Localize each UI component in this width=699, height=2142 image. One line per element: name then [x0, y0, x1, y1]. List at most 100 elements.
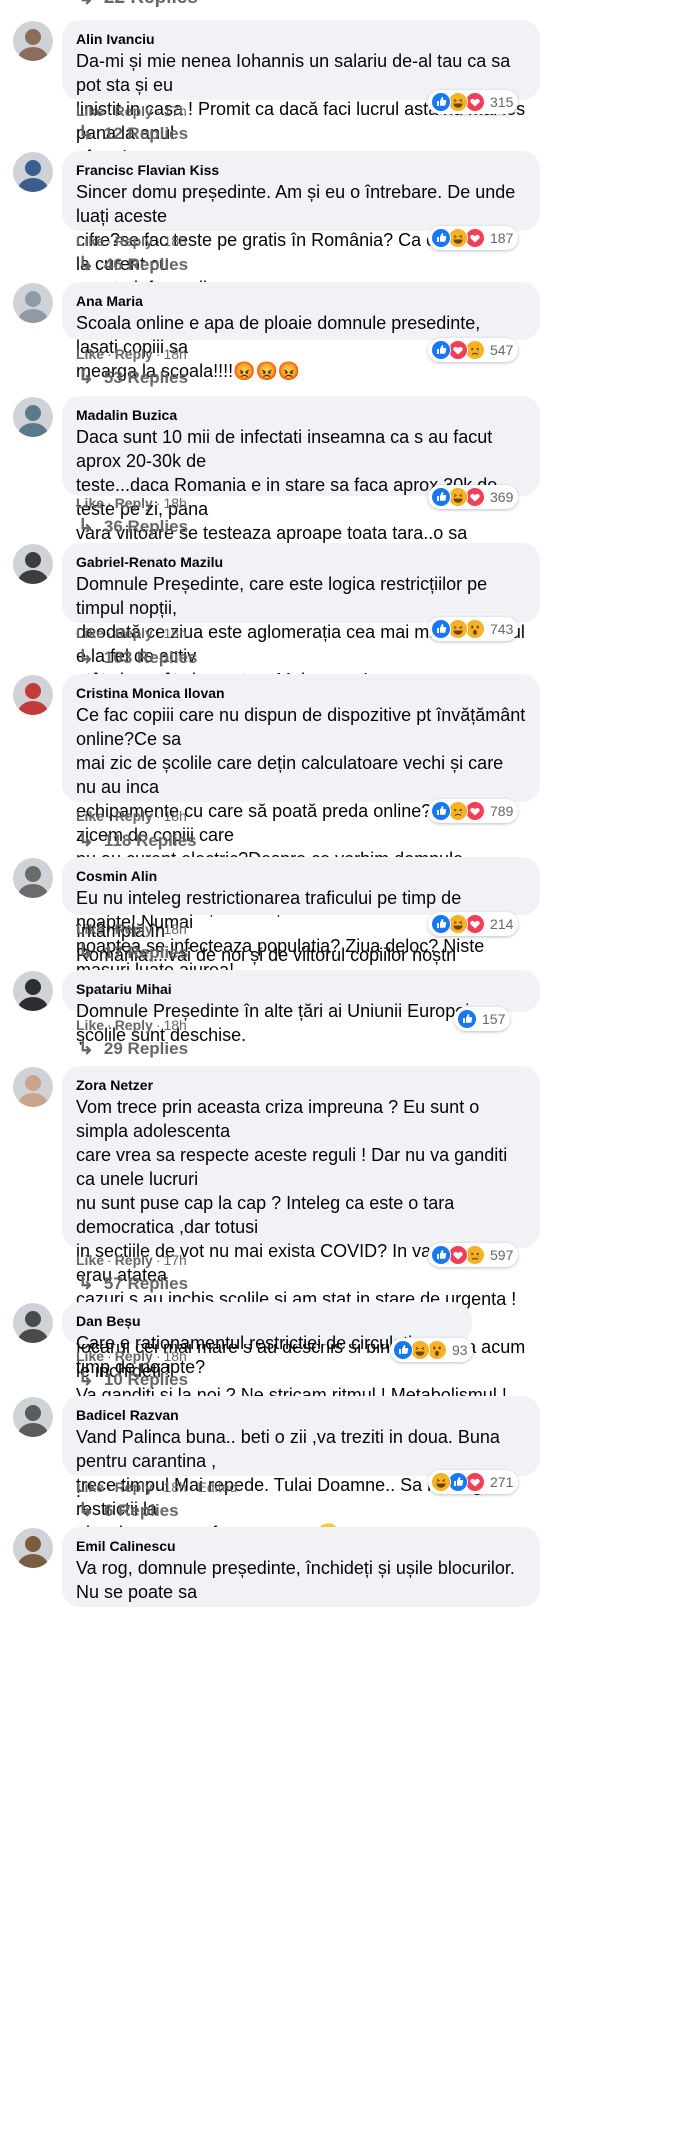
- avatar[interactable]: [13, 283, 53, 323]
- view-replies-link[interactable]: ↳ 29 Replies: [78, 1037, 188, 1061]
- reactions-summary[interactable]: 187: [428, 226, 519, 250]
- comment-author[interactable]: Madalin Buzica: [76, 406, 526, 425]
- avatar[interactable]: [13, 675, 53, 715]
- reply-link[interactable]: Reply: [115, 233, 153, 249]
- like-link[interactable]: Like: [76, 495, 104, 511]
- comment-author[interactable]: Zora Netzer: [76, 1076, 526, 1095]
- like-link[interactable]: Like: [76, 1252, 104, 1268]
- love-reaction-icon: [448, 340, 468, 360]
- like-link[interactable]: Like: [76, 233, 104, 249]
- like-link[interactable]: Like: [76, 921, 104, 937]
- reactions-summary[interactable]: 214: [428, 912, 519, 936]
- replies-link-top[interactable]: ↳ 22 Replies: [78, 0, 198, 10]
- comment-timestamp[interactable]: 18h: [163, 921, 186, 937]
- reaction-count: 547: [490, 342, 514, 358]
- comment-author[interactable]: Francisc Flavian Kiss: [76, 161, 526, 180]
- comment-timestamp[interactable]: 18h: [163, 495, 186, 511]
- avatar[interactable]: [13, 1528, 53, 1568]
- reaction-count: 789: [490, 803, 514, 819]
- reply-link[interactable]: Reply: [115, 103, 153, 119]
- comment-author[interactable]: Cristina Monica Ilovan: [76, 684, 526, 703]
- comment-actions: Like · Reply · 18h: [76, 344, 187, 364]
- reactions-summary[interactable]: 597: [428, 1243, 519, 1267]
- comment-author[interactable]: Gabriel-Renato Mazilu: [76, 553, 526, 572]
- avatar[interactable]: [13, 21, 53, 61]
- reactions-summary[interactable]: 789: [428, 799, 519, 823]
- view-replies-link[interactable]: ↳ 46 Replies: [78, 253, 188, 277]
- reactions-summary[interactable]: 157: [454, 1007, 511, 1031]
- wow-reaction-icon: [427, 1340, 447, 1360]
- like-reaction-icon: [431, 801, 451, 821]
- reply-link[interactable]: Reply: [115, 808, 153, 824]
- reactions-summary[interactable]: 315: [428, 90, 519, 114]
- like-link[interactable]: Like: [76, 808, 104, 824]
- like-link[interactable]: Like: [76, 1479, 104, 1495]
- comment-timestamp[interactable]: 17h: [163, 1252, 186, 1268]
- comment-timestamp[interactable]: 18h: [163, 808, 186, 824]
- avatar[interactable]: [13, 152, 53, 192]
- view-replies-link[interactable]: ↳ 53 Replies: [78, 366, 188, 390]
- love-reaction-icon: [465, 1472, 485, 1492]
- separator: ·: [155, 233, 161, 249]
- comment-author[interactable]: Cosmin Alin: [76, 867, 526, 886]
- comment-author[interactable]: Dan Beșu: [76, 1312, 458, 1331]
- like-link[interactable]: Like: [76, 346, 104, 362]
- comment-author[interactable]: Emil Calinescu: [76, 1537, 526, 1556]
- love-reaction-icon: [465, 92, 485, 112]
- reaction-count: 743: [490, 621, 514, 637]
- reaction-count: 271: [490, 1474, 514, 1490]
- reply-link[interactable]: Reply: [115, 495, 153, 511]
- view-replies-link[interactable]: ↳ 57 Replies: [78, 1272, 188, 1296]
- comment-timestamp[interactable]: 18h: [163, 1017, 186, 1033]
- reply-link[interactable]: Reply: [115, 1017, 153, 1033]
- avatar[interactable]: [13, 1067, 53, 1107]
- like-link[interactable]: Like: [76, 1348, 104, 1364]
- like-link[interactable]: Like: [76, 625, 104, 641]
- view-replies-link[interactable]: ↳ 6 Replies: [78, 1499, 179, 1523]
- view-replies-link[interactable]: ↳ 17 Replies: [78, 941, 188, 965]
- view-replies-link[interactable]: ↳ 36 Replies: [78, 515, 188, 539]
- reply-link[interactable]: Reply: [115, 346, 153, 362]
- replies-count: 10 Replies: [103, 1370, 189, 1389]
- comment-bubble: Badicel Razvan Vand Palinca buna.. beti o…: [62, 1396, 540, 1543]
- reply-link[interactable]: Reply: [115, 1348, 153, 1364]
- reactions-summary[interactable]: 369: [428, 485, 519, 509]
- avatar[interactable]: [13, 1303, 53, 1343]
- avatar[interactable]: [13, 858, 53, 898]
- like-link[interactable]: Like: [76, 103, 104, 119]
- reply-link[interactable]: Reply: [115, 921, 153, 937]
- replies-count: 22 Replies: [104, 0, 198, 9]
- comment-author[interactable]: Ana Maria: [76, 292, 526, 311]
- reply-link[interactable]: Reply: [115, 1479, 153, 1495]
- comment-timestamp[interactable]: 18h: [163, 1479, 186, 1495]
- comment-timestamp[interactable]: 18h: [163, 625, 186, 641]
- view-replies-link[interactable]: ↳ 10 Replies: [78, 1368, 188, 1392]
- reactions-summary[interactable]: 743: [428, 617, 519, 641]
- view-replies-link[interactable]: ↳ 103 Replies: [78, 646, 197, 670]
- reply-link[interactable]: Reply: [115, 625, 153, 641]
- avatar[interactable]: [13, 1397, 53, 1437]
- comment-text: Va rog, domnule președinte, închideți și…: [76, 1558, 515, 1602]
- comment-bubble: Gabriel-Renato Mazilu Domnule Președinte,…: [62, 543, 540, 690]
- reply-arrow-icon: ↳: [78, 647, 94, 668]
- comment-author[interactable]: Alin Ivanciu: [76, 30, 526, 49]
- view-replies-link[interactable]: ↳ 118 Replies: [78, 829, 197, 853]
- comment-author[interactable]: Badicel Razvan: [76, 1406, 526, 1425]
- avatar[interactable]: [13, 971, 53, 1011]
- comment-author[interactable]: Spatariu Mihai: [76, 980, 526, 999]
- view-replies-link[interactable]: ↳ 12 Replies: [78, 122, 188, 146]
- like-link[interactable]: Like: [76, 1017, 104, 1033]
- reply-link[interactable]: Reply: [115, 1252, 153, 1268]
- comment-timestamp[interactable]: 18h: [163, 1348, 186, 1364]
- avatar[interactable]: [13, 544, 53, 584]
- reactions-summary[interactable]: 547: [428, 338, 519, 362]
- comment-actions: Like · Reply · 18h · Edited: [76, 1477, 237, 1497]
- comment-timestamp[interactable]: 18h: [163, 346, 186, 362]
- reactions-summary[interactable]: 93: [390, 1338, 473, 1362]
- comment-timestamp[interactable]: 17h: [163, 103, 186, 119]
- avatar[interactable]: [13, 397, 53, 437]
- reactions-summary[interactable]: 271: [428, 1470, 519, 1494]
- separator: ·: [107, 346, 112, 362]
- reply-arrow-icon: ↳: [78, 830, 94, 851]
- comment-timestamp[interactable]: 18h: [163, 233, 186, 249]
